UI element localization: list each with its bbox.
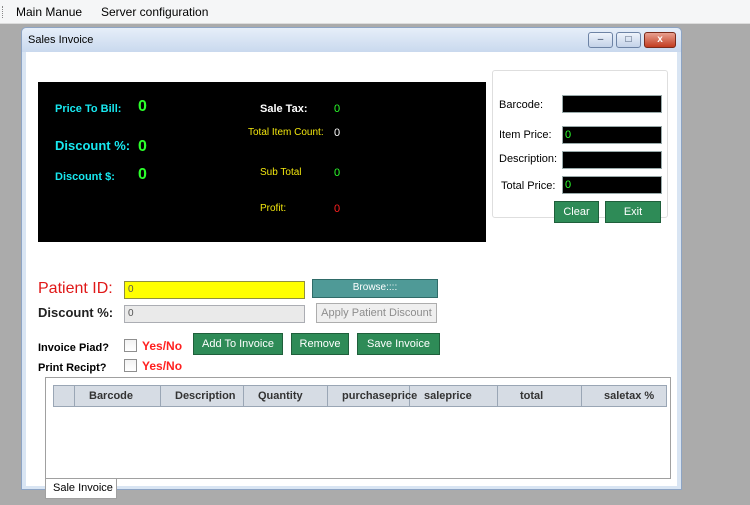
price-to-bill-value: 0 (138, 98, 147, 115)
apply-patient-discount-button[interactable]: Apply Patient Discount (316, 303, 437, 323)
clear-button[interactable]: Clear (554, 201, 599, 223)
patient-discount-input[interactable]: 0 (124, 305, 305, 323)
print-receipt-yesno: Yes/No (142, 359, 183, 373)
total-item-count-value: 0 (334, 127, 341, 139)
description-input[interactable] (562, 151, 662, 169)
discount-amount-value: 0 (138, 166, 147, 183)
column-header-quantity[interactable]: Quantity (244, 386, 328, 406)
column-header-total[interactable]: total (498, 386, 582, 406)
window-title: Sales Invoice (28, 34, 94, 46)
remove-button[interactable]: Remove (291, 333, 349, 355)
invoice-paid-checkbox[interactable] (124, 339, 137, 352)
browse-button[interactable]: Browse:::: (312, 279, 438, 298)
item-price-label: Item Price: (499, 129, 552, 141)
print-receipt-label: Print Recipt? (38, 362, 107, 374)
sales-invoice-window: Sales Invoice – □ x Price To Bill: 0 Dis… (21, 27, 682, 499)
column-header-saletax[interactable]: saletax % (582, 386, 666, 406)
invoice-paid-label: Invoice Piad? (38, 342, 109, 354)
close-button[interactable]: x (644, 32, 676, 48)
grid-header: Barcode Description Quantity purchasepri… (53, 385, 667, 407)
sub-total-label: Sub Total (260, 167, 302, 178)
minimize-button[interactable]: – (588, 32, 613, 48)
tab-sale-invoice[interactable]: Sale Invoice (45, 479, 117, 499)
description-label: Description: (499, 153, 558, 165)
menu-main[interactable]: Main Manue (16, 5, 82, 19)
item-entry-group: Barcode: Item Price: 0 Description: Tota… (492, 70, 668, 223)
column-header-description[interactable]: Description (161, 386, 244, 406)
column-header-purchaseprice[interactable]: purchaseprice (328, 386, 417, 406)
profit-label: Profit: (260, 203, 287, 214)
menu-bar: Main Manue Server configuration (0, 0, 750, 24)
menu-grip (2, 6, 5, 18)
grid-row-header-corner (54, 386, 75, 406)
invoice-items-grid[interactable]: Barcode Description Quantity purchasepri… (45, 377, 671, 479)
column-header-barcode[interactable]: Barcode (75, 386, 161, 406)
barcode-input[interactable] (562, 95, 662, 113)
sub-total-value: 0 (334, 167, 341, 179)
totals-display-panel: Price To Bill: 0 Discount %: 0 Discount … (38, 82, 486, 242)
profit-value: 0 (334, 203, 341, 215)
price-to-bill-label: Price To Bill: (55, 103, 122, 115)
invoice-paid-yesno: Yes/No (142, 339, 183, 353)
add-to-invoice-button[interactable]: Add To Invoice (193, 333, 283, 355)
total-price-label: Total Price: (501, 180, 556, 192)
barcode-label: Barcode: (499, 99, 544, 111)
sale-tax-label: Sale Tax: (260, 103, 308, 115)
menu-server-configuration[interactable]: Server configuration (101, 5, 208, 19)
maximize-button[interactable]: □ (616, 32, 641, 48)
save-invoice-button[interactable]: Save Invoice (357, 333, 440, 355)
item-price-input[interactable]: 0 (562, 126, 662, 144)
total-item-count-label: Total Item Count: (248, 127, 324, 138)
window-client-area: Price To Bill: 0 Discount %: 0 Discount … (26, 52, 677, 499)
sale-tax-value: 0 (334, 103, 341, 115)
discount-percent-value: 0 (138, 138, 147, 155)
discount-percent-label: Discount %: (55, 138, 131, 153)
title-bar[interactable]: Sales Invoice – □ x (22, 28, 681, 52)
column-header-saleprice[interactable]: saleprice (410, 386, 498, 406)
patient-id-input[interactable]: 0 (124, 281, 305, 299)
discount-amount-label: Discount $: (55, 171, 115, 183)
patient-discount-label: Discount %: (38, 305, 114, 320)
total-price-input[interactable]: 0 (562, 176, 662, 194)
exit-button[interactable]: Exit (605, 201, 661, 223)
print-receipt-checkbox[interactable] (124, 359, 137, 372)
patient-id-label: Patient ID: (38, 280, 113, 297)
